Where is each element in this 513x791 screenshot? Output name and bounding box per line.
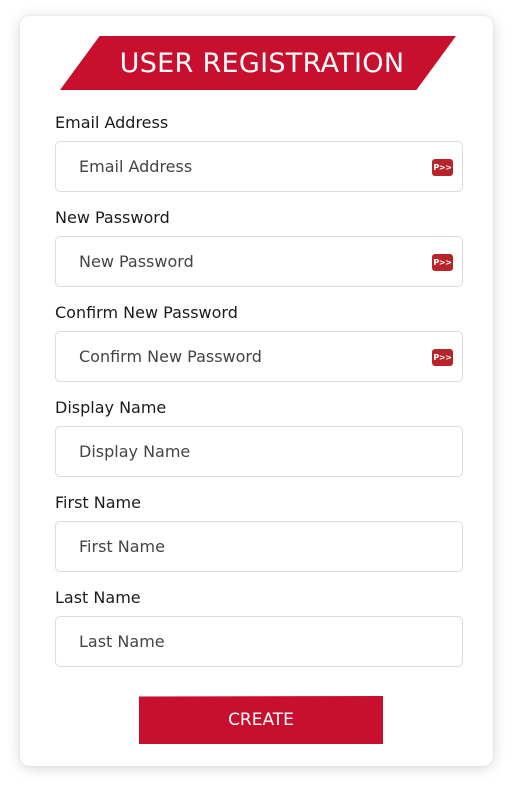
display-name-label: Display Name xyxy=(55,398,167,417)
first-name-input-wrapper xyxy=(55,521,463,572)
new-password-field[interactable] xyxy=(56,237,462,286)
confirm-password-field[interactable] xyxy=(56,332,462,381)
last-name-group: Last Name xyxy=(55,588,463,667)
display-name-group: Display Name xyxy=(55,398,463,477)
password-manager-icon[interactable]: P>> xyxy=(432,349,453,366)
password-manager-icon[interactable]: P>> xyxy=(432,254,453,271)
confirm-password-group: Confirm New Password P>> xyxy=(55,303,463,382)
display-name-input-wrapper xyxy=(55,426,463,477)
new-password-group: New Password P>> xyxy=(55,208,463,287)
password-manager-icon[interactable]: P>> xyxy=(432,159,453,176)
confirm-password-label: Confirm New Password xyxy=(55,303,238,322)
page-title: USER REGISTRATION xyxy=(119,47,405,79)
new-password-label: New Password xyxy=(55,208,170,227)
first-name-label: First Name xyxy=(55,493,141,512)
registration-card: USER REGISTRATION Email Address P>> New … xyxy=(20,16,493,766)
email-label: Email Address xyxy=(55,113,169,132)
confirm-password-input-wrapper: P>> xyxy=(55,331,463,382)
new-password-input-wrapper: P>> xyxy=(55,236,463,287)
email-input-wrapper: P>> xyxy=(55,141,463,192)
display-name-field[interactable] xyxy=(56,427,462,476)
last-name-label: Last Name xyxy=(55,588,141,607)
first-name-group: First Name xyxy=(55,493,463,572)
create-button[interactable]: CREATE xyxy=(139,696,383,744)
title-banner: USER REGISTRATION xyxy=(60,36,456,90)
email-group: Email Address P>> xyxy=(55,113,463,192)
first-name-field[interactable] xyxy=(56,522,462,571)
email-field[interactable] xyxy=(56,142,462,191)
last-name-field[interactable] xyxy=(56,617,462,666)
last-name-input-wrapper xyxy=(55,616,463,667)
